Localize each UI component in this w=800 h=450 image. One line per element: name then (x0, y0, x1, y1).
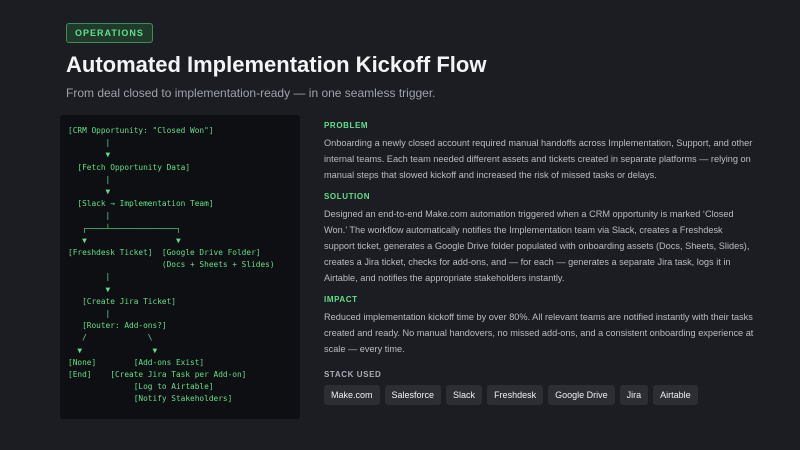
page-title: Automated Implementation Kickoff Flow (66, 52, 487, 77)
flow-diagram-panel: [CRM Opportunity: "Closed Won"] | ▼ [Fet… (60, 115, 300, 419)
stack-pill-airtable: Airtable (653, 384, 698, 405)
stack-label: STACK USED (324, 369, 382, 379)
problem-text: Onboarding a newly closed account requir… (324, 138, 753, 180)
page-subtitle: From deal closed to implementation-ready… (66, 86, 436, 100)
stack-pill-slack: Slack (446, 384, 483, 405)
case-study-content: PROBLEM Onboarding a newly closed accoun… (324, 121, 754, 405)
impact-text: Reduced implementation kickoff time by o… (324, 312, 754, 354)
stack-pill-salesforce: Salesforce (384, 384, 442, 405)
impact-label: IMPACT (324, 295, 358, 305)
stack-pill-make: Make.com (324, 384, 380, 405)
solution-text: Designed an end-to-end Make.com automati… (324, 209, 750, 283)
flow-diagram-text: [CRM Opportunity: "Closed Won"] | ▼ [Fet… (68, 126, 275, 404)
stack-pill-freshdesk: Freshdesk (487, 384, 544, 405)
solution-label: SOLUTION (324, 192, 371, 202)
stack-pill-jira: Jira (619, 384, 649, 405)
category-badge: OPERATIONS (66, 23, 153, 43)
problem-label: PROBLEM (324, 121, 369, 130)
stack-list: Make.com Salesforce Slack Freshdesk Goog… (324, 384, 754, 405)
stack-pill-google-drive: Google Drive (548, 384, 615, 405)
